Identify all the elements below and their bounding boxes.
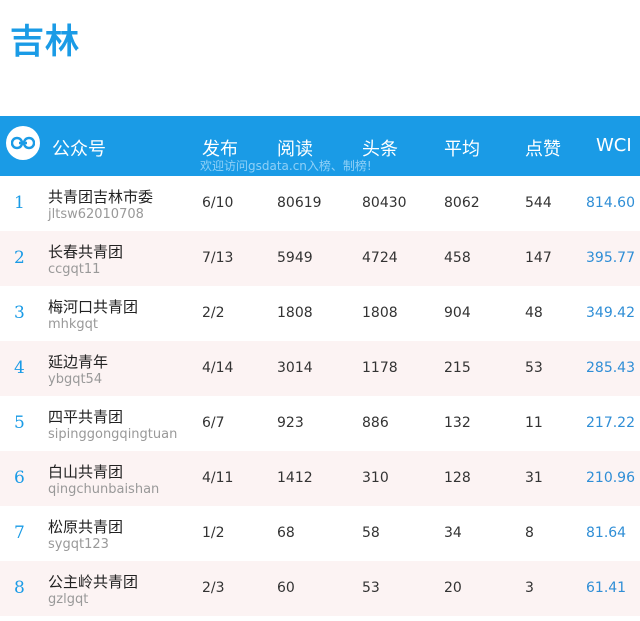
account-name: 共青团吉林市委: [48, 188, 154, 206]
reads-cell: 1412: [277, 470, 313, 486]
wci-cell: 217.22: [586, 415, 635, 431]
account-name: 松原共青团: [48, 518, 124, 536]
table-row[interactable]: 5 四平共青团 sipinggongqingtuan 6/7 923 886 132 11 21…: [0, 396, 640, 451]
publish-cell: 2/3: [202, 580, 225, 596]
rank-number: 1: [14, 193, 25, 213]
rank-number: 4: [14, 358, 25, 378]
column-header-wci[interactable]: WCI: [596, 135, 632, 156]
headline-cell: 310: [362, 470, 389, 486]
page-title: 吉林: [10, 22, 80, 62]
average-cell: 20: [444, 580, 462, 596]
wci-cell: 81.64: [586, 525, 627, 541]
rank-number: 6: [14, 468, 25, 488]
column-header-likes[interactable]: 点赞: [525, 135, 561, 161]
account-name: 梅河口共青团: [48, 298, 139, 316]
headline-cell: 58: [362, 525, 380, 541]
average-cell: 132: [444, 415, 471, 431]
account-name: 长春共青团: [48, 243, 124, 261]
wci-cell: 814.60: [586, 195, 635, 211]
column-header-average[interactable]: 平均: [444, 135, 480, 161]
gsdata-logo-icon: [6, 126, 40, 160]
likes-cell: 31: [525, 470, 543, 486]
rank-number: 5: [14, 413, 25, 433]
likes-cell: 147: [525, 250, 552, 266]
average-cell: 128: [444, 470, 471, 486]
table-row[interactable]: 7 松原共青团 sygqt123 1/2 68 58 34 8 81.64: [0, 506, 640, 561]
headline-cell: 1808: [362, 305, 398, 321]
publish-cell: 4/14: [202, 360, 234, 376]
table-row[interactable]: 4 延边青年 ybgqt54 4/14 3014 1178 215 53 285.43: [0, 341, 640, 396]
reads-cell: 60: [277, 580, 295, 596]
wci-cell: 349.42: [586, 305, 635, 321]
average-cell: 215: [444, 360, 471, 376]
likes-cell: 8: [525, 525, 534, 541]
publish-cell: 6/10: [202, 195, 234, 211]
account-id: sygqt123: [48, 537, 109, 552]
publish-cell: 2/2: [202, 305, 225, 321]
wci-cell: 210.96: [586, 470, 635, 486]
rank-number: 2: [14, 248, 25, 268]
headline-cell: 886: [362, 415, 389, 431]
average-cell: 8062: [444, 195, 480, 211]
likes-cell: 53: [525, 360, 543, 376]
wci-cell: 395.77: [586, 250, 635, 266]
table-row[interactable]: 2 长春共青团 ccgqt11 7/13 5949 4724 458 147 395.77: [0, 231, 640, 286]
reads-cell: 68: [277, 525, 295, 541]
publish-cell: 4/11: [202, 470, 234, 486]
headline-cell: 1178: [362, 360, 398, 376]
wci-cell: 285.43: [586, 360, 635, 376]
table-row[interactable]: 6 白山共青团 qingchunbaishan 4/11 1412 310 128 31 210…: [0, 451, 640, 506]
account-id: qingchunbaishan: [48, 482, 160, 497]
likes-cell: 48: [525, 305, 543, 321]
reads-cell: 923: [277, 415, 304, 431]
account-name: 四平共青团: [48, 408, 124, 426]
account-id: ybgqt54: [48, 372, 103, 387]
reads-cell: 1808: [277, 305, 313, 321]
table-row[interactable]: 3 梅河口共青团 mhkgqt 2/2 1808 1808 904 48 349.42: [0, 286, 640, 341]
average-cell: 458: [444, 250, 471, 266]
publish-cell: 7/13: [202, 250, 234, 266]
watermark-text: 欢迎访问gsdata.cn入榜、制榜!: [200, 159, 372, 173]
table-row[interactable]: 1 共青团吉林市委 jltsw62010708 6/10 80619 80430 8062 5…: [0, 176, 640, 231]
average-cell: 34: [444, 525, 462, 541]
account-id: mhkgqt: [48, 317, 99, 332]
headline-cell: 53: [362, 580, 380, 596]
likes-cell: 11: [525, 415, 543, 431]
headline-cell: 4724: [362, 250, 398, 266]
reads-cell: 3014: [277, 360, 313, 376]
wci-cell: 61.41: [586, 580, 627, 596]
account-id: gzlgqt: [48, 592, 89, 607]
likes-cell: 544: [525, 195, 552, 211]
table-row[interactable]: 8 公主岭共青团 gzlgqt 2/3 60 53 20 3 61.41: [0, 561, 640, 616]
account-name: 公主岭共青团: [48, 573, 139, 591]
rank-number: 3: [14, 303, 25, 323]
column-header-account[interactable]: 公众号: [52, 135, 106, 161]
rank-number: 7: [14, 523, 25, 543]
average-cell: 904: [444, 305, 471, 321]
likes-cell: 3: [525, 580, 534, 596]
publish-cell: 1/2: [202, 525, 225, 541]
headline-cell: 80430: [362, 195, 407, 211]
rank-number: 8: [14, 578, 25, 598]
account-id: sipinggongqingtuan: [48, 427, 178, 442]
account-id: jltsw62010708: [48, 207, 144, 222]
publish-cell: 6/7: [202, 415, 225, 431]
table-header: 公众号 发布 阅读 头条 平均 点赞 WCI 欢迎访问gsdata.cn入榜、制…: [0, 116, 640, 176]
account-name: 延边青年: [48, 353, 109, 371]
reads-cell: 5949: [277, 250, 313, 266]
account-id: ccgqt11: [48, 262, 101, 277]
reads-cell: 80619: [277, 195, 322, 211]
account-name: 白山共青团: [48, 463, 124, 481]
